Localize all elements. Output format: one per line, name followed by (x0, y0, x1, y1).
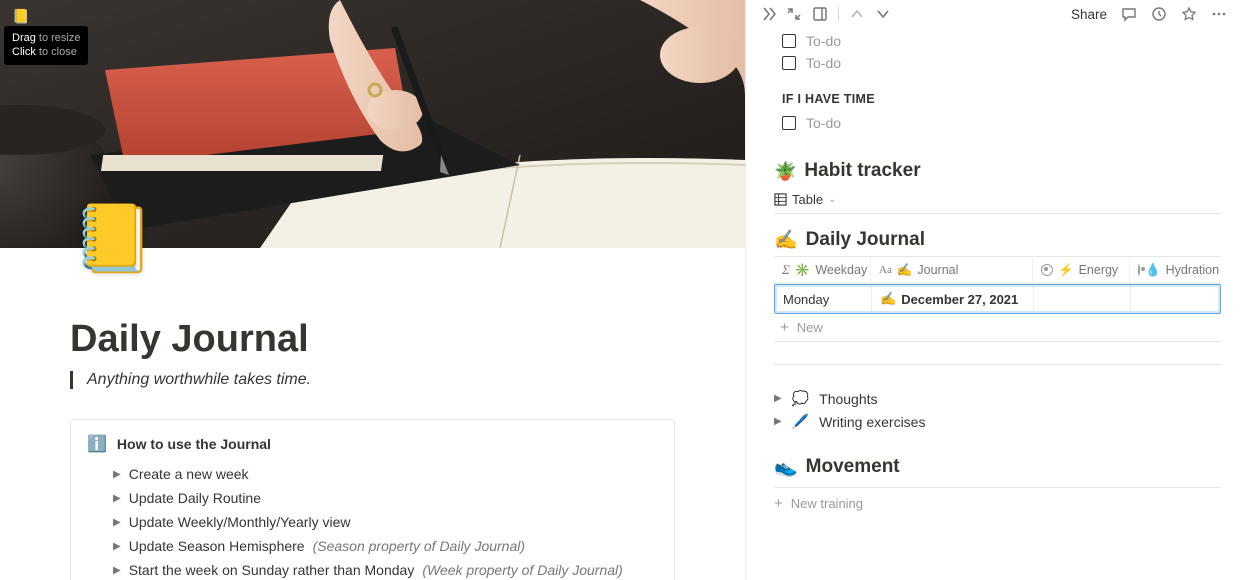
habit-tracker-heading[interactable]: 🪴 Habit tracker (774, 160, 1221, 182)
table-row[interactable]: Monday ✍️December 27, 2021 (774, 284, 1221, 314)
cell-energy[interactable] (1034, 285, 1131, 313)
checkbox[interactable] (782, 56, 796, 70)
cell-hydration[interactable] (1131, 285, 1219, 313)
cell-weekday[interactable]: Monday (775, 285, 872, 313)
more-icon[interactable] (1211, 6, 1227, 22)
plant-icon: 🪴 (774, 161, 796, 182)
peek-mode-icon[interactable] (812, 6, 828, 22)
triangle-icon: ▶ (774, 393, 782, 404)
toggle-item[interactable]: ▶Update Season Hemisphere (Season proper… (87, 534, 658, 558)
checkbox[interactable] (782, 116, 796, 130)
section-label[interactable]: IF I HAVE TIME (782, 92, 1221, 106)
favorite-icon[interactable] (1181, 6, 1197, 22)
shoe-icon: 👟 (774, 455, 798, 479)
prev-icon[interactable] (849, 6, 865, 22)
info-icon: ℹ️ (87, 434, 107, 454)
comments-icon[interactable] (1121, 6, 1137, 22)
triangle-icon: ▶ (113, 469, 121, 480)
quote-block[interactable]: Anything worthwhile takes time. (70, 371, 675, 389)
triangle-icon: ▶ (113, 565, 121, 576)
page-title[interactable]: Daily Journal (70, 318, 675, 361)
select-icon (1041, 264, 1053, 276)
callout-block[interactable]: ℹ️ How to use the Journal ▶Create a new … (70, 419, 675, 580)
page-icon-small: 📒 (12, 8, 29, 25)
breadcrumb[interactable]: 📒 Daily Journal (12, 8, 111, 25)
checkbox[interactable] (782, 34, 796, 48)
chevron-down-icon: ⌄ (828, 194, 836, 205)
column-weekday[interactable]: Σ✳️Weekday (774, 257, 871, 283)
plus-icon: + (774, 496, 783, 511)
panel-toolbar: Share (746, 6, 1241, 22)
toggle-block[interactable]: ▶🖊️Writing exercises (774, 410, 1221, 433)
updates-icon[interactable] (1151, 6, 1167, 22)
toggle-item[interactable]: ▶Update Daily Routine (87, 486, 658, 510)
main-page: 📒 Daily Journal Drag to resize Click to … (0, 0, 745, 580)
page-icon[interactable]: 📒 (72, 200, 154, 278)
triangle-icon: ▶ (113, 517, 121, 528)
database-view-tabs: Table ⌄ (774, 190, 1221, 214)
collapse-icon[interactable] (760, 6, 776, 22)
triangle-icon: ▶ (113, 493, 121, 504)
view-tab-table[interactable]: Table ⌄ (774, 192, 836, 207)
cell-journal[interactable]: ✍️December 27, 2021 (872, 285, 1034, 313)
writing-icon: ✍️ (774, 228, 798, 252)
select-icon (1138, 264, 1140, 276)
todo-item[interactable]: To-do (782, 112, 1221, 134)
new-row-button[interactable]: + New (774, 314, 1221, 342)
resize-tooltip: Drag to resize Click to close (4, 26, 88, 65)
toggle-item[interactable]: ▶Start the week on Sunday rather than Mo… (87, 558, 658, 580)
movement-heading[interactable]: 👟 Movement (774, 455, 1221, 479)
todo-item[interactable]: To-do (782, 30, 1221, 52)
column-journal[interactable]: Aa✍️Journal (871, 258, 1033, 283)
toggle-item[interactable]: ▶Create a new week (87, 462, 658, 486)
column-energy[interactable]: ⚡Energy (1033, 258, 1130, 283)
triangle-icon: ▶ (774, 416, 782, 427)
todo-list-mid: To-do (774, 112, 1221, 134)
todo-list-top: To-doTo-do (774, 30, 1221, 74)
todo-item[interactable]: To-do (782, 52, 1221, 74)
side-panel: Share To-doTo-do IF I HAVE TIME To-do 🪴 … (745, 0, 1241, 580)
callout-title: How to use the Journal (117, 436, 271, 452)
expand-icon[interactable] (786, 6, 802, 22)
database-title[interactable]: ✍️ Daily Journal (774, 228, 1221, 252)
table-header: Σ✳️Weekday Aa✍️Journal ⚡Energy 💧Hydratio… (774, 256, 1221, 284)
breadcrumb-title: Daily Journal (35, 9, 110, 24)
toolbar-divider (838, 7, 839, 21)
triangle-icon: ▶ (113, 541, 121, 552)
column-hydration[interactable]: 💧Hydration (1130, 258, 1218, 283)
toggle-block[interactable]: ▶💭Thoughts (774, 387, 1221, 410)
divider (774, 364, 1221, 365)
plus-icon: + (780, 320, 789, 335)
toggle-item[interactable]: ▶Update Weekly/Monthly/Yearly view (87, 510, 658, 534)
new-training-button[interactable]: + New training (774, 487, 1221, 519)
next-icon[interactable] (875, 6, 891, 22)
share-button[interactable]: Share (1071, 7, 1107, 22)
